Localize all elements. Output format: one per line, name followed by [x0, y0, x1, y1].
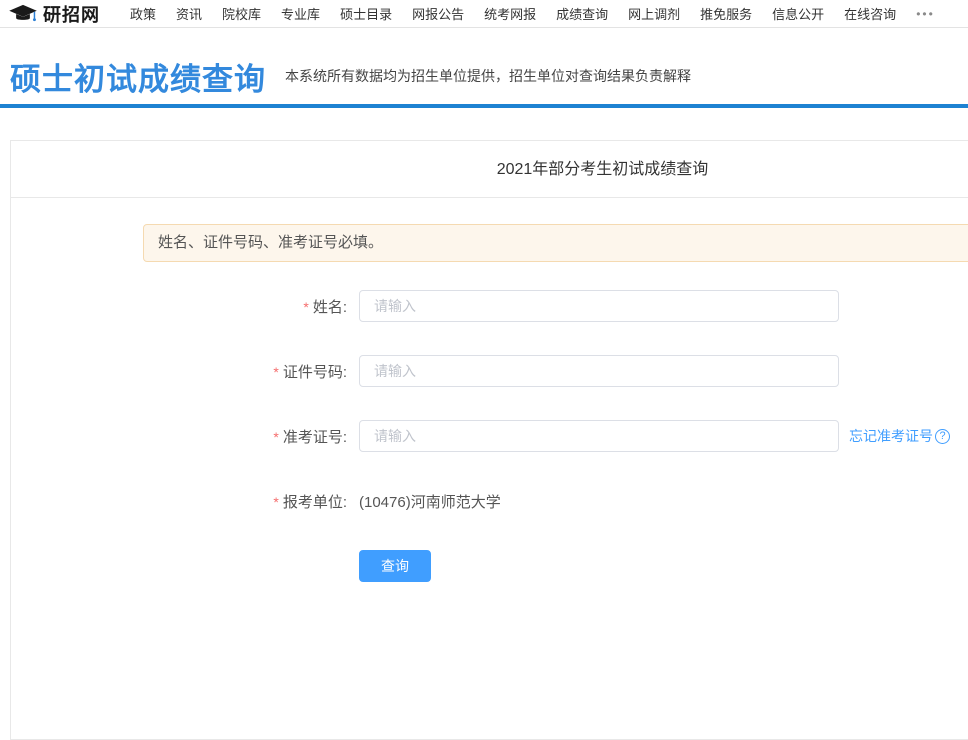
form-row-submit: 查询 [11, 550, 968, 582]
name-input[interactable] [359, 290, 839, 322]
id-number-input[interactable] [359, 355, 839, 387]
nav-item-online-consult[interactable]: 在线咨询 [844, 4, 896, 23]
nav-item-colleges[interactable]: 院校库 [222, 4, 261, 23]
nav-item-score-query[interactable]: 成绩查询 [556, 4, 608, 23]
score-query-panel: 2021年部分考生初试成绩查询 姓名、证件号码、准考证号必填。 *姓名: *证件… [10, 140, 968, 740]
nav-item-exempt-service[interactable]: 推免服务 [700, 4, 752, 23]
required-asterisk: * [273, 364, 278, 380]
panel-title: 2021年部分考生初试成绩查询 [11, 141, 968, 198]
nav-item-policy[interactable]: 政策 [130, 4, 156, 23]
required-asterisk: * [273, 494, 278, 510]
graduation-cap-icon [8, 3, 38, 25]
form-row-id-number: *证件号码: [11, 355, 968, 387]
page-title: 硕士初试成绩查询 [10, 54, 266, 99]
header-divider-line [0, 104, 968, 108]
page-subtitle: 本系统所有数据均为招生单位提供，招生单位对查询结果负责解释 [285, 66, 691, 86]
ticket-input[interactable] [359, 420, 839, 452]
nav-item-announcements[interactable]: 网报公告 [412, 4, 464, 23]
help-question-icon[interactable]: ? [935, 429, 950, 444]
unit-label: *报考单位: [11, 491, 347, 512]
nav-item-online-adjustment[interactable]: 网上调剂 [628, 4, 680, 23]
nav-item-info-disclosure[interactable]: 信息公开 [772, 4, 824, 23]
ticket-label: *准考证号: [11, 426, 347, 447]
required-asterisk: * [303, 299, 308, 315]
nav-item-majors[interactable]: 专业库 [281, 4, 320, 23]
nav-item-news[interactable]: 资讯 [176, 4, 202, 23]
required-asterisk: * [273, 429, 278, 445]
unit-value: (10476)河南师范大学 [359, 491, 501, 512]
nav-item-online-registration[interactable]: 统考网报 [484, 4, 536, 23]
top-nav-menu: 政策 资讯 院校库 专业库 硕士目录 网报公告 统考网报 成绩查询 网上调剂 推… [130, 4, 935, 23]
id-number-label: *证件号码: [11, 361, 347, 382]
query-button[interactable]: 查询 [359, 550, 431, 582]
form-row-ticket: *准考证号: 忘记准考证号? [11, 420, 968, 452]
name-label: *姓名: [11, 296, 347, 317]
required-fields-notice: 姓名、证件号码、准考证号必填。 [143, 224, 968, 262]
form-row-unit: *报考单位: (10476)河南师范大学 [11, 485, 968, 517]
score-query-form: *姓名: *证件号码: *准考证号: 忘记准考证号? *报考单位: (10476… [11, 290, 968, 582]
more-menu-icon[interactable]: ••• [916, 7, 935, 21]
forgot-ticket-link[interactable]: 忘记准考证号? [849, 426, 950, 446]
page-header: 硕士初试成绩查询 本系统所有数据均为招生单位提供，招生单位对查询结果负责解释 [0, 28, 968, 104]
top-navigation-bar: 研招网 政策 资讯 院校库 专业库 硕士目录 网报公告 统考网报 成绩查询 网上… [0, 0, 968, 28]
form-row-name: *姓名: [11, 290, 968, 322]
site-logo-text: 研招网 [43, 1, 100, 27]
nav-item-master-catalog[interactable]: 硕士目录 [340, 4, 392, 23]
site-logo[interactable]: 研招网 [8, 1, 100, 27]
